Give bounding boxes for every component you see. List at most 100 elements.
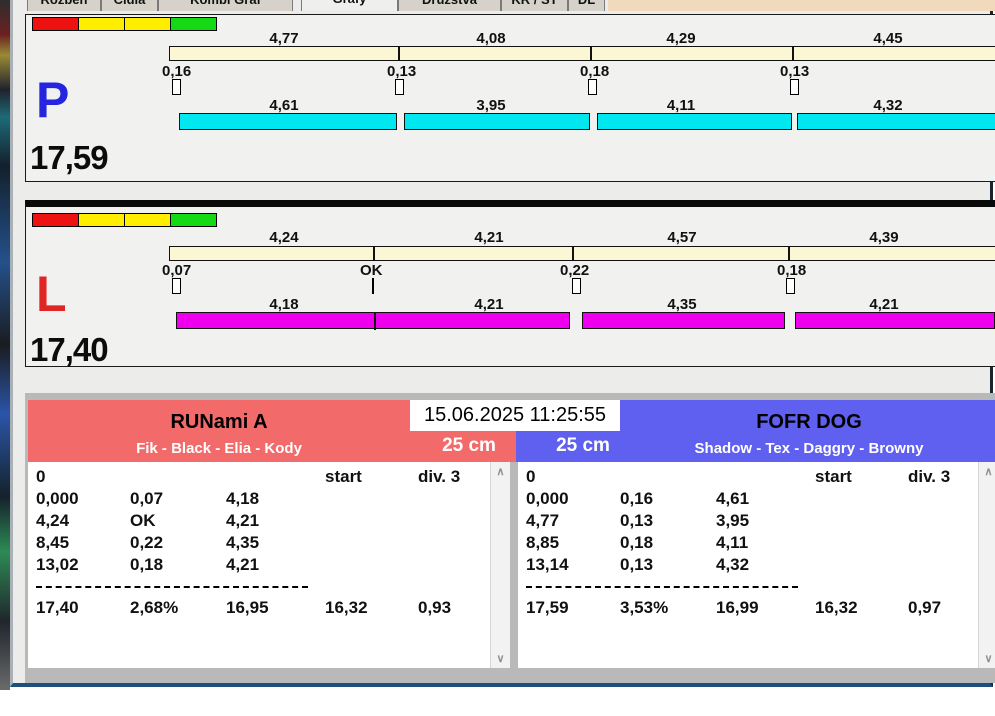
table-cell: 4,61 — [716, 489, 749, 509]
leg-bar — [795, 312, 995, 329]
fault-marker-box — [790, 79, 799, 95]
scrollbar[interactable]: ∧ ∨ — [490, 462, 510, 668]
tab-druzstva[interactable]: Druzstva — [398, 0, 501, 11]
background-window-strip — [608, 0, 995, 11]
fault-marker-box — [786, 278, 795, 294]
table-cell-total: 3,53% — [620, 598, 668, 618]
tab-label: DL — [578, 0, 595, 7]
table-cell: 4,35 — [226, 533, 259, 553]
results-table-left: 0 start div. 3 0,000 0,07 4,18 4,24 OK 4… — [28, 462, 510, 668]
table-cell: 8,85 — [526, 533, 559, 553]
table-cell-total: 0,93 — [418, 598, 451, 618]
split-time-label: 4,39 — [824, 229, 944, 246]
leg-bar — [179, 113, 397, 130]
leg-bar — [582, 312, 785, 329]
fault-marker-box — [572, 278, 581, 294]
split-time-label: 4,57 — [622, 229, 742, 246]
scrollbar[interactable]: ∧ ∨ — [978, 462, 995, 668]
table-cell: OK — [130, 511, 156, 531]
table-cell: 8,45 — [36, 533, 69, 553]
table-cell: 13,14 — [526, 555, 569, 575]
tab-grafy[interactable]: Grafy — [301, 0, 398, 11]
table-cell: start — [815, 467, 852, 487]
tab-label: Kombi Graf — [190, 0, 261, 7]
table-cell: 4,18 — [226, 489, 259, 509]
leg-bar — [597, 113, 792, 130]
leg-time-label: 4,32 — [828, 97, 948, 114]
table-cell-total: 16,99 — [716, 598, 759, 618]
scroll-down-icon[interactable]: ∨ — [491, 652, 510, 665]
tab-label: Cidla — [114, 0, 146, 7]
table-cell: div. 3 — [908, 467, 950, 487]
datetime-display: 15.06.2025 11:25:55 — [410, 400, 620, 431]
status-light-green — [170, 17, 217, 31]
lane-total-time: 17,40 — [30, 331, 108, 369]
status-light-yellow — [124, 17, 171, 31]
table-cell: 0 — [526, 467, 535, 487]
fault-marker-box — [172, 79, 181, 95]
table-cell: div. 3 — [418, 467, 460, 487]
table-cell-total: 16,95 — [226, 598, 269, 618]
split-time-label: 4,45 — [828, 30, 948, 47]
tab-label: Rozbeh — [41, 0, 88, 7]
split-time-label: 4,29 — [621, 30, 741, 47]
table-cell: 13,02 — [36, 555, 79, 575]
leg-bar — [404, 113, 590, 130]
fault-time-label: OK — [360, 262, 383, 279]
table-cell: 3,95 — [716, 511, 749, 531]
tab-bar: Rozbeh Cidla Kombi Graf Grafy Druzstva K… — [27, 0, 607, 11]
lane-panel-p: 4,77 4,08 4,29 4,45 0,16 0,13 0,18 0,13 … — [25, 14, 995, 182]
fault-marker-box — [588, 79, 597, 95]
table-cell: 0,18 — [130, 555, 163, 575]
results-frame: RUNami A Fik - Black - Elia - Kody FOFR … — [25, 393, 995, 683]
table-cell-total: 16,32 — [815, 598, 858, 618]
bar-divider — [373, 246, 375, 261]
tab-cidla[interactable]: Cidla — [101, 0, 158, 11]
table-cell: 4,77 — [526, 511, 559, 531]
split-time-label: 4,08 — [431, 30, 551, 47]
scroll-up-icon[interactable]: ∧ — [491, 465, 510, 478]
scroll-up-icon[interactable]: ∧ — [979, 465, 995, 478]
status-light-green — [170, 213, 217, 227]
table-cell: 0,07 — [130, 489, 163, 509]
split-time-label: 4,21 — [429, 229, 549, 246]
bar-divider — [398, 46, 400, 61]
tab-rozbeh[interactable]: Rozbeh — [27, 0, 101, 11]
status-light-yellow — [78, 17, 125, 31]
leg-time-label: 4,21 — [824, 296, 944, 313]
split-time-label: 4,77 — [224, 30, 344, 47]
app-window: Rozbeh Cidla Kombi Graf Grafy Druzstva K… — [10, 0, 993, 687]
table-cell: 0 — [36, 467, 45, 487]
leg-bar — [797, 113, 995, 130]
tab-dl[interactable]: DL — [568, 0, 605, 11]
status-light-yellow — [78, 213, 125, 227]
table-cell-total: 17,59 — [526, 598, 569, 618]
lane-letter: P — [36, 75, 69, 125]
tab-label: Grafy — [333, 0, 367, 6]
jump-height-left: 25 cm — [410, 435, 528, 457]
lane-letter: L — [36, 269, 67, 319]
table-cell: 4,21 — [226, 555, 259, 575]
table-cell: 4,21 — [226, 511, 259, 531]
status-light-red — [32, 213, 79, 227]
bar-divider — [590, 46, 592, 61]
team-name: FOFR DOG — [620, 411, 995, 434]
fault-time-label: 0,18 — [580, 63, 609, 80]
status-light-yellow — [124, 213, 171, 227]
tab-kr-st[interactable]: KR / ST — [501, 0, 568, 11]
fault-marker-box — [172, 278, 181, 294]
table-cell: 0,000 — [36, 489, 79, 509]
table-cell: 0,13 — [620, 511, 653, 531]
team-dogs: Fik - Black - Elia - Kody — [28, 440, 410, 457]
fault-time-label: 0,13 — [387, 63, 416, 80]
leg-time-label: 4,35 — [622, 296, 742, 313]
scroll-down-icon[interactable]: ∨ — [979, 652, 995, 665]
table-cell-total: 2,68% — [130, 598, 178, 618]
fault-time-label: 0,16 — [162, 63, 191, 80]
leg-time-label: 4,21 — [429, 296, 549, 313]
fault-marker-tick — [372, 278, 374, 294]
table-cell-total: 17,40 — [36, 598, 79, 618]
fault-time-label: 0,07 — [162, 262, 191, 279]
table-cell: 0,16 — [620, 489, 653, 509]
tab-kombi-graf[interactable]: Kombi Graf — [158, 0, 293, 11]
